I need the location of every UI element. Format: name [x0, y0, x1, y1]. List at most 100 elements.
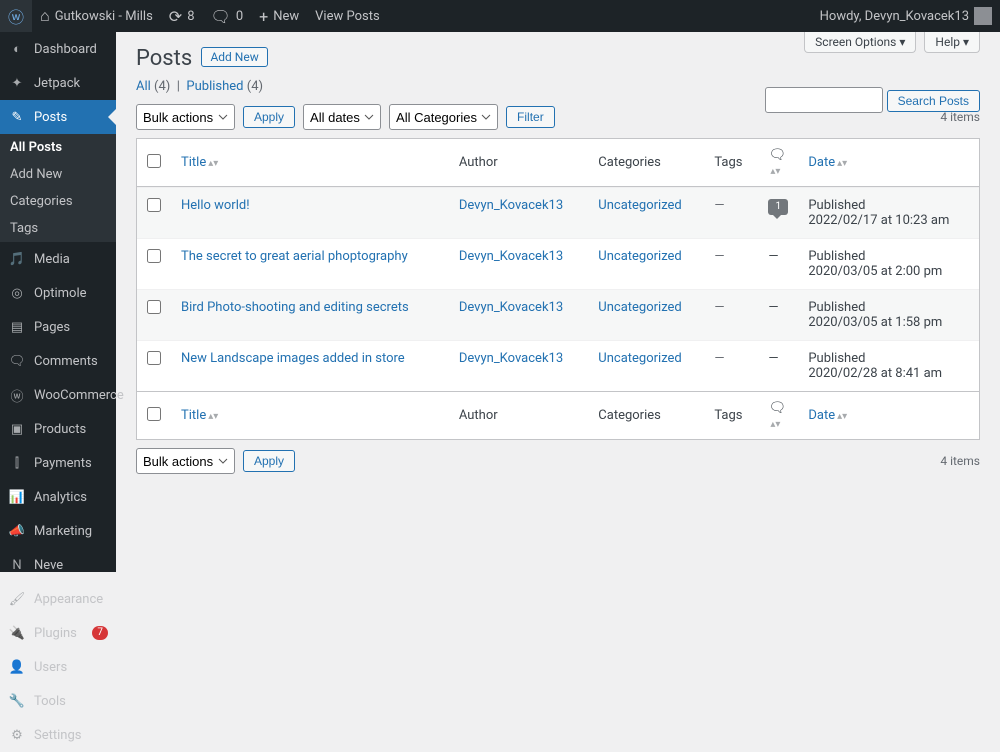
date-cell: Published2020/03/05 at 2:00 pm	[798, 238, 979, 289]
row-checkbox[interactable]	[147, 351, 161, 365]
tags-cell: —	[704, 289, 758, 340]
chevron-down-icon: ▾	[899, 35, 905, 49]
sort-icon: ▴▾	[770, 166, 780, 177]
row-checkbox[interactable]	[147, 249, 161, 263]
date-cell: Published2020/02/28 at 8:41 am	[798, 340, 979, 391]
category-link[interactable]: Uncategorized	[598, 249, 681, 264]
col-comments[interactable]: 🗨 ▴▾	[758, 391, 798, 439]
author-link[interactable]: Devyn_Kovacek13	[459, 351, 563, 366]
sidebar-item-optimole[interactable]: ◎Optimole	[0, 276, 116, 310]
marketing-icon: 📣	[8, 522, 26, 540]
post-title-link[interactable]: Hello world!	[181, 198, 250, 213]
sidebar-item-comments[interactable]: 🗨Comments	[0, 344, 116, 378]
category-link[interactable]: Uncategorized	[598, 300, 681, 315]
sidebar-item-media[interactable]: 🎵Media	[0, 242, 116, 276]
filter-button[interactable]: Filter	[506, 106, 555, 128]
category-link[interactable]: Uncategorized	[598, 351, 681, 366]
new-content[interactable]: +New	[251, 0, 307, 32]
search-input[interactable]	[765, 87, 883, 113]
author-link[interactable]: Devyn_Kovacek13	[459, 300, 563, 315]
sidebar-sub-categories[interactable]: Categories	[0, 188, 116, 215]
comment-count[interactable]: 1	[768, 199, 788, 215]
wp-logo[interactable]: ⓦ	[0, 0, 32, 32]
post-title-link[interactable]: Bird Photo-shooting and editing secrets	[181, 300, 409, 315]
sort-icon: ▴▾	[770, 419, 780, 430]
sidebar-item-tools[interactable]: 🔧Tools	[0, 684, 116, 718]
neve-icon: N	[8, 556, 26, 574]
author-link[interactable]: Devyn_Kovacek13	[459, 198, 563, 213]
apply-button-bottom[interactable]: Apply	[243, 450, 295, 472]
comments-cell: —	[758, 289, 798, 340]
avatar	[974, 7, 992, 25]
tablenav-bottom: Bulk actions Apply 4 items	[136, 448, 980, 474]
screen-options-tab[interactable]: Screen Options ▾	[804, 32, 916, 53]
updates[interactable]: ⟳8	[161, 0, 203, 32]
table-row: Bird Photo-shooting and editing secrets D…	[137, 289, 979, 340]
sidebar-item-products[interactable]: ▣Products	[0, 412, 116, 446]
wordpress-icon: ⓦ	[8, 4, 24, 28]
dashboard-icon: ◐	[8, 40, 26, 58]
col-tags: Tags	[704, 391, 758, 439]
col-title[interactable]: Title▴▾	[171, 391, 449, 439]
date-filter-select[interactable]: All dates	[303, 104, 381, 130]
row-checkbox[interactable]	[147, 300, 161, 314]
col-title[interactable]: Title▴▾	[171, 139, 449, 187]
sidebar-item-woocommerce[interactable]: ⓦWooCommerce	[0, 378, 116, 412]
sidebar-item-users[interactable]: 👤Users	[0, 650, 116, 684]
comment-icon: 🗨	[768, 400, 786, 416]
col-comments[interactable]: 🗨 ▴▾	[758, 139, 798, 187]
select-all-checkbox-bottom[interactable]	[147, 407, 161, 421]
search-button[interactable]: Search Posts	[887, 90, 980, 112]
admin-sidebar: ◐Dashboard✦Jetpack✎PostsAll PostsAdd New…	[0, 32, 116, 572]
page-title: Posts	[136, 42, 192, 71]
help-tab[interactable]: Help ▾	[924, 32, 980, 53]
sidebar-sub-all-posts[interactable]: All Posts	[0, 134, 116, 161]
filter-all[interactable]: All	[136, 79, 151, 94]
sidebar-item-posts[interactable]: ✎Posts	[0, 100, 116, 134]
col-author: Author	[449, 139, 588, 187]
posts-table: Title▴▾ Author Categories Tags 🗨 ▴▾ Date▴…	[136, 138, 980, 440]
sidebar-item-marketing[interactable]: 📣Marketing	[0, 514, 116, 548]
bulk-actions-select[interactable]: Bulk actions	[136, 104, 235, 130]
col-categories: Categories	[588, 391, 704, 439]
sidebar-item-neve[interactable]: NNeve	[0, 548, 116, 582]
sidebar-item-settings[interactable]: ⚙Settings	[0, 718, 116, 752]
site-name[interactable]: ⌂Gutkowski - Mills	[32, 0, 161, 32]
category-link[interactable]: Uncategorized	[598, 198, 681, 213]
my-account[interactable]: Howdy, Devyn_Kovacek13	[812, 0, 1000, 32]
add-new-button[interactable]: Add New	[201, 47, 267, 67]
sidebar-item-payments[interactable]: ⫿Payments	[0, 446, 116, 480]
sidebar-item-jetpack[interactable]: ✦Jetpack	[0, 66, 116, 100]
comment-icon: 🗨	[768, 147, 786, 163]
comment-icon: 🗨	[211, 7, 231, 26]
author-link[interactable]: Devyn_Kovacek13	[459, 249, 563, 264]
view-posts[interactable]: View Posts	[307, 0, 388, 32]
sidebar-item-dashboard[interactable]: ◐Dashboard	[0, 32, 116, 66]
sidebar-sub-tags[interactable]: Tags	[0, 215, 116, 242]
payments-icon: ⫿	[8, 454, 26, 472]
col-date[interactable]: Date▴▾	[798, 391, 979, 439]
comments-cell: 1	[758, 187, 798, 238]
sidebar-item-analytics[interactable]: 📊Analytics	[0, 480, 116, 514]
sidebar-sub-add-new[interactable]: Add New	[0, 161, 116, 188]
users-icon: 👤	[8, 658, 26, 676]
sidebar-item-appearance[interactable]: 🖌Appearance	[0, 582, 116, 616]
row-checkbox[interactable]	[147, 198, 161, 212]
post-title-link[interactable]: The secret to great aerial phoptography	[181, 249, 408, 264]
filter-published[interactable]: Published	[186, 79, 243, 94]
col-author: Author	[449, 391, 588, 439]
select-all-checkbox[interactable]	[147, 154, 161, 168]
col-date[interactable]: Date▴▾	[798, 139, 979, 187]
comments-cell: —	[758, 340, 798, 391]
post-title-link[interactable]: New Landscape images added in store	[181, 351, 405, 366]
apply-button[interactable]: Apply	[243, 106, 295, 128]
main-content: Screen Options ▾ Help ▾ Posts Add New Al…	[116, 32, 1000, 572]
sidebar-item-plugins[interactable]: 🔌Plugins7	[0, 616, 116, 650]
date-cell: Published2022/02/17 at 10:23 am	[798, 187, 979, 238]
comments-bar[interactable]: 🗨0	[203, 0, 252, 32]
bulk-actions-select-bottom[interactable]: Bulk actions	[136, 448, 235, 474]
category-filter-select[interactable]: All Categories	[389, 104, 498, 130]
sidebar-item-pages[interactable]: ▤Pages	[0, 310, 116, 344]
sort-icon: ▴▾	[837, 411, 847, 422]
pin-icon: ✎	[8, 108, 26, 126]
